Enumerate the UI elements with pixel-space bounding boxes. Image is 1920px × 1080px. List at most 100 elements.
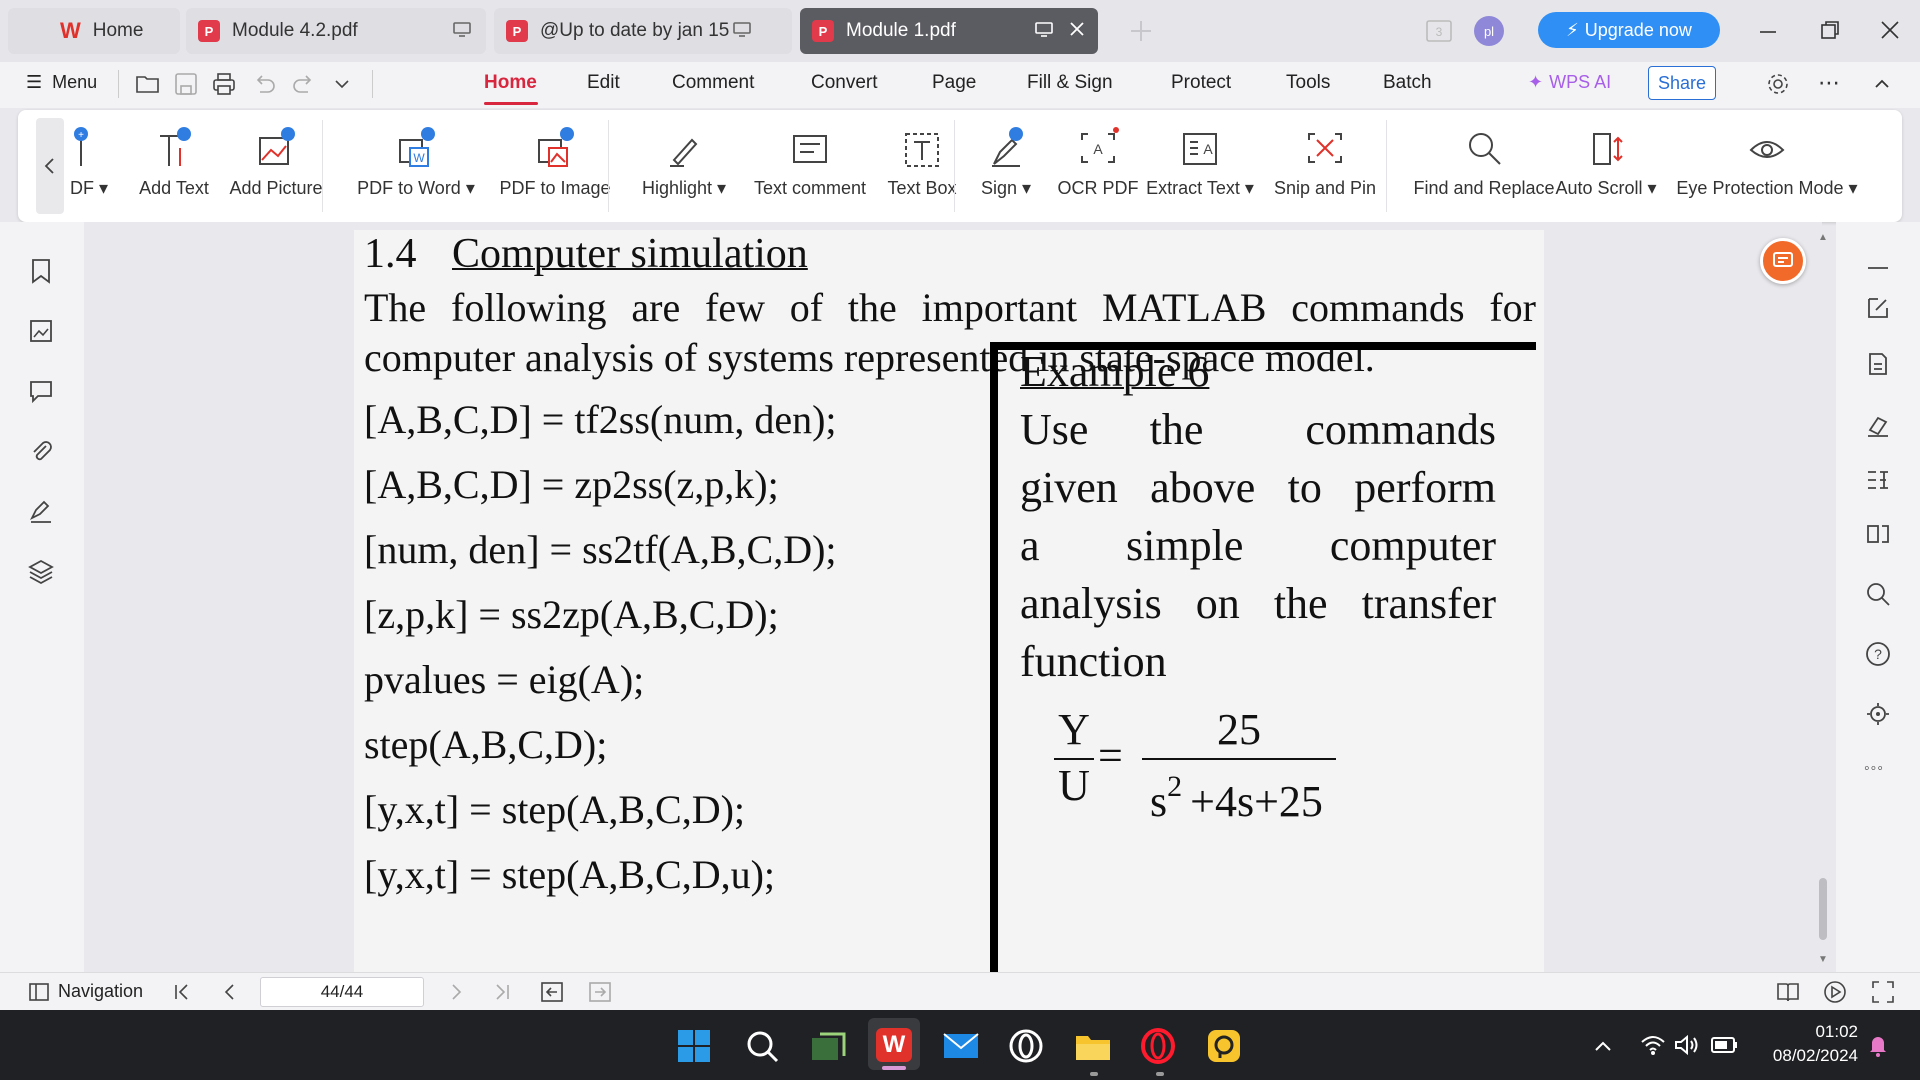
- fullscreen-icon[interactable]: [1870, 979, 1896, 1005]
- search-icon[interactable]: [1864, 580, 1892, 608]
- tray-chevron-up-icon[interactable]: [1592, 1036, 1614, 1056]
- wps-taskbar-button[interactable]: W: [868, 1018, 920, 1070]
- layers-icon[interactable]: [26, 556, 56, 586]
- scroll-down-icon[interactable]: ▼: [1818, 954, 1828, 965]
- floating-comment-icon[interactable]: [1760, 238, 1806, 284]
- scrollbar-thumb[interactable]: [1819, 878, 1827, 940]
- next-page-icon[interactable]: [446, 981, 466, 1003]
- edit-pdf-button[interactable]: + DF ▾: [64, 124, 114, 199]
- find-replace-button[interactable]: Find and Replace: [1402, 124, 1566, 199]
- previous-page-icon[interactable]: [220, 981, 240, 1003]
- restore-icon[interactable]: [1818, 18, 1842, 42]
- upgrade-button[interactable]: ⚡ Upgrade now: [1538, 12, 1720, 48]
- tab-comment[interactable]: Comment: [672, 72, 754, 94]
- formula-rhs-denominator: s2 +4s+25: [1150, 770, 1323, 827]
- clock[interactable]: 01:02 08/02/2024: [1746, 1020, 1858, 1068]
- last-page-icon[interactable]: [492, 981, 512, 1003]
- tab-module-4-2[interactable]: P Module 4.2.pdf: [186, 8, 486, 54]
- tab-home[interactable]: Home: [484, 72, 537, 94]
- collapse-ribbon-icon[interactable]: [1870, 72, 1894, 96]
- windows-start-icon[interactable]: [676, 1028, 712, 1064]
- add-picture-button[interactable]: Add Picture: [214, 124, 338, 199]
- pcloud-icon[interactable]: [1206, 1028, 1242, 1064]
- opera-gx-icon[interactable]: [1008, 1028, 1044, 1064]
- ribbon-scroll-left-icon[interactable]: [36, 118, 64, 214]
- monitor-icon[interactable]: [732, 21, 752, 39]
- menu-button[interactable]: ☰ Menu: [26, 72, 97, 93]
- save-icon[interactable]: [172, 70, 200, 98]
- document-convert-icon[interactable]: [1864, 350, 1892, 378]
- wps-ai-button[interactable]: ✦ WPS AI: [1528, 72, 1611, 93]
- pen-tool-icon[interactable]: [1864, 410, 1892, 438]
- close-tab-icon[interactable]: [1068, 20, 1086, 38]
- tab-protect[interactable]: Protect: [1171, 72, 1231, 94]
- tab-up-to-date[interactable]: P @Up to date by jan 15: [494, 8, 792, 54]
- play-icon[interactable]: [1822, 979, 1848, 1005]
- spacedesk-icon[interactable]: [810, 1028, 846, 1064]
- tab-tools[interactable]: Tools: [1286, 72, 1330, 94]
- window-count-icon[interactable]: 3: [1424, 18, 1454, 44]
- tab-page[interactable]: Page: [932, 72, 976, 94]
- snip-pin-button[interactable]: Snip and Pin: [1266, 124, 1384, 199]
- more-icon[interactable]: ⋯: [1818, 70, 1840, 96]
- wifi-icon[interactable]: [1640, 1034, 1666, 1056]
- vertical-scrollbar[interactable]: ▲ ▼: [1816, 232, 1830, 970]
- page-number-input[interactable]: 44/44: [260, 977, 424, 1007]
- signature-icon[interactable]: [26, 496, 56, 526]
- forward-view-icon[interactable]: [588, 981, 612, 1003]
- chevron-down-icon[interactable]: [330, 72, 354, 96]
- text-comment-button[interactable]: Text comment: [736, 124, 884, 199]
- share-button[interactable]: Share: [1648, 66, 1716, 100]
- text-box-button[interactable]: Text Box: [870, 124, 974, 199]
- add-text-button[interactable]: Add Text: [122, 124, 226, 199]
- undo-icon[interactable]: [250, 70, 278, 98]
- auto-scroll-button[interactable]: Auto Scroll ▾: [1554, 124, 1658, 199]
- first-page-icon[interactable]: [172, 981, 192, 1003]
- document-viewer[interactable]: 1.4 Computer simulation The following ar…: [84, 222, 1822, 972]
- tab-edit[interactable]: Edit: [587, 72, 620, 94]
- reading-mode-icon[interactable]: [1774, 979, 1802, 1005]
- tab-fill-sign[interactable]: Fill & Sign: [1027, 72, 1113, 94]
- avatar[interactable]: pl: [1474, 16, 1504, 46]
- tab-home[interactable]: W Home: [8, 8, 180, 54]
- tab-module-1[interactable]: P Module 1.pdf: [800, 8, 1098, 54]
- compare-icon[interactable]: [1864, 520, 1892, 548]
- pdf-to-word-button[interactable]: W PDF to Word ▾: [336, 124, 496, 199]
- sign-button[interactable]: Sign ▾: [970, 124, 1042, 199]
- text-direction-icon[interactable]: [1864, 466, 1892, 494]
- ai-assistant-icon[interactable]: [1864, 700, 1892, 728]
- search-icon[interactable]: [744, 1028, 780, 1064]
- edit-icon[interactable]: [1864, 294, 1892, 322]
- more-options-icon[interactable]: ◦◦◦: [1864, 760, 1884, 778]
- scroll-up-icon[interactable]: ▲: [1818, 232, 1828, 243]
- tab-batch[interactable]: Batch: [1383, 72, 1432, 94]
- opera-icon[interactable]: [1140, 1028, 1176, 1064]
- file-explorer-icon[interactable]: [1074, 1028, 1112, 1064]
- extract-text-button[interactable]: A Extract Text ▾: [1140, 124, 1260, 199]
- monitor-icon[interactable]: [1034, 21, 1054, 39]
- thumbnail-icon[interactable]: [26, 316, 56, 346]
- attachment-icon[interactable]: [26, 436, 56, 466]
- monitor-icon[interactable]: [452, 21, 472, 39]
- help-icon[interactable]: ?: [1864, 640, 1892, 668]
- back-view-icon[interactable]: [540, 981, 564, 1003]
- volume-icon[interactable]: [1674, 1034, 1700, 1056]
- comment-icon[interactable]: [26, 376, 56, 406]
- eye-protection-button[interactable]: Eye Protection Mode ▾: [1674, 124, 1860, 199]
- bookmark-icon[interactable]: [26, 256, 56, 286]
- minus-icon[interactable]: [1864, 258, 1892, 278]
- notification-bell-icon[interactable]: [1866, 1032, 1890, 1058]
- battery-icon[interactable]: [1710, 1036, 1738, 1054]
- minimize-icon[interactable]: [1756, 20, 1780, 44]
- redo-icon[interactable]: [290, 70, 318, 98]
- tab-convert[interactable]: Convert: [811, 72, 878, 94]
- mail-icon[interactable]: [942, 1030, 980, 1062]
- close-window-icon[interactable]: [1878, 18, 1902, 42]
- new-tab-icon[interactable]: [1128, 18, 1154, 44]
- navigation-button[interactable]: Navigation: [28, 981, 143, 1002]
- print-icon[interactable]: [210, 70, 238, 98]
- open-folder-icon[interactable]: [134, 70, 162, 98]
- highlight-button[interactable]: Highlight ▾: [622, 124, 746, 199]
- ocr-pdf-button[interactable]: A OCR PDF: [1048, 124, 1148, 199]
- settings-icon[interactable]: [1764, 70, 1792, 98]
